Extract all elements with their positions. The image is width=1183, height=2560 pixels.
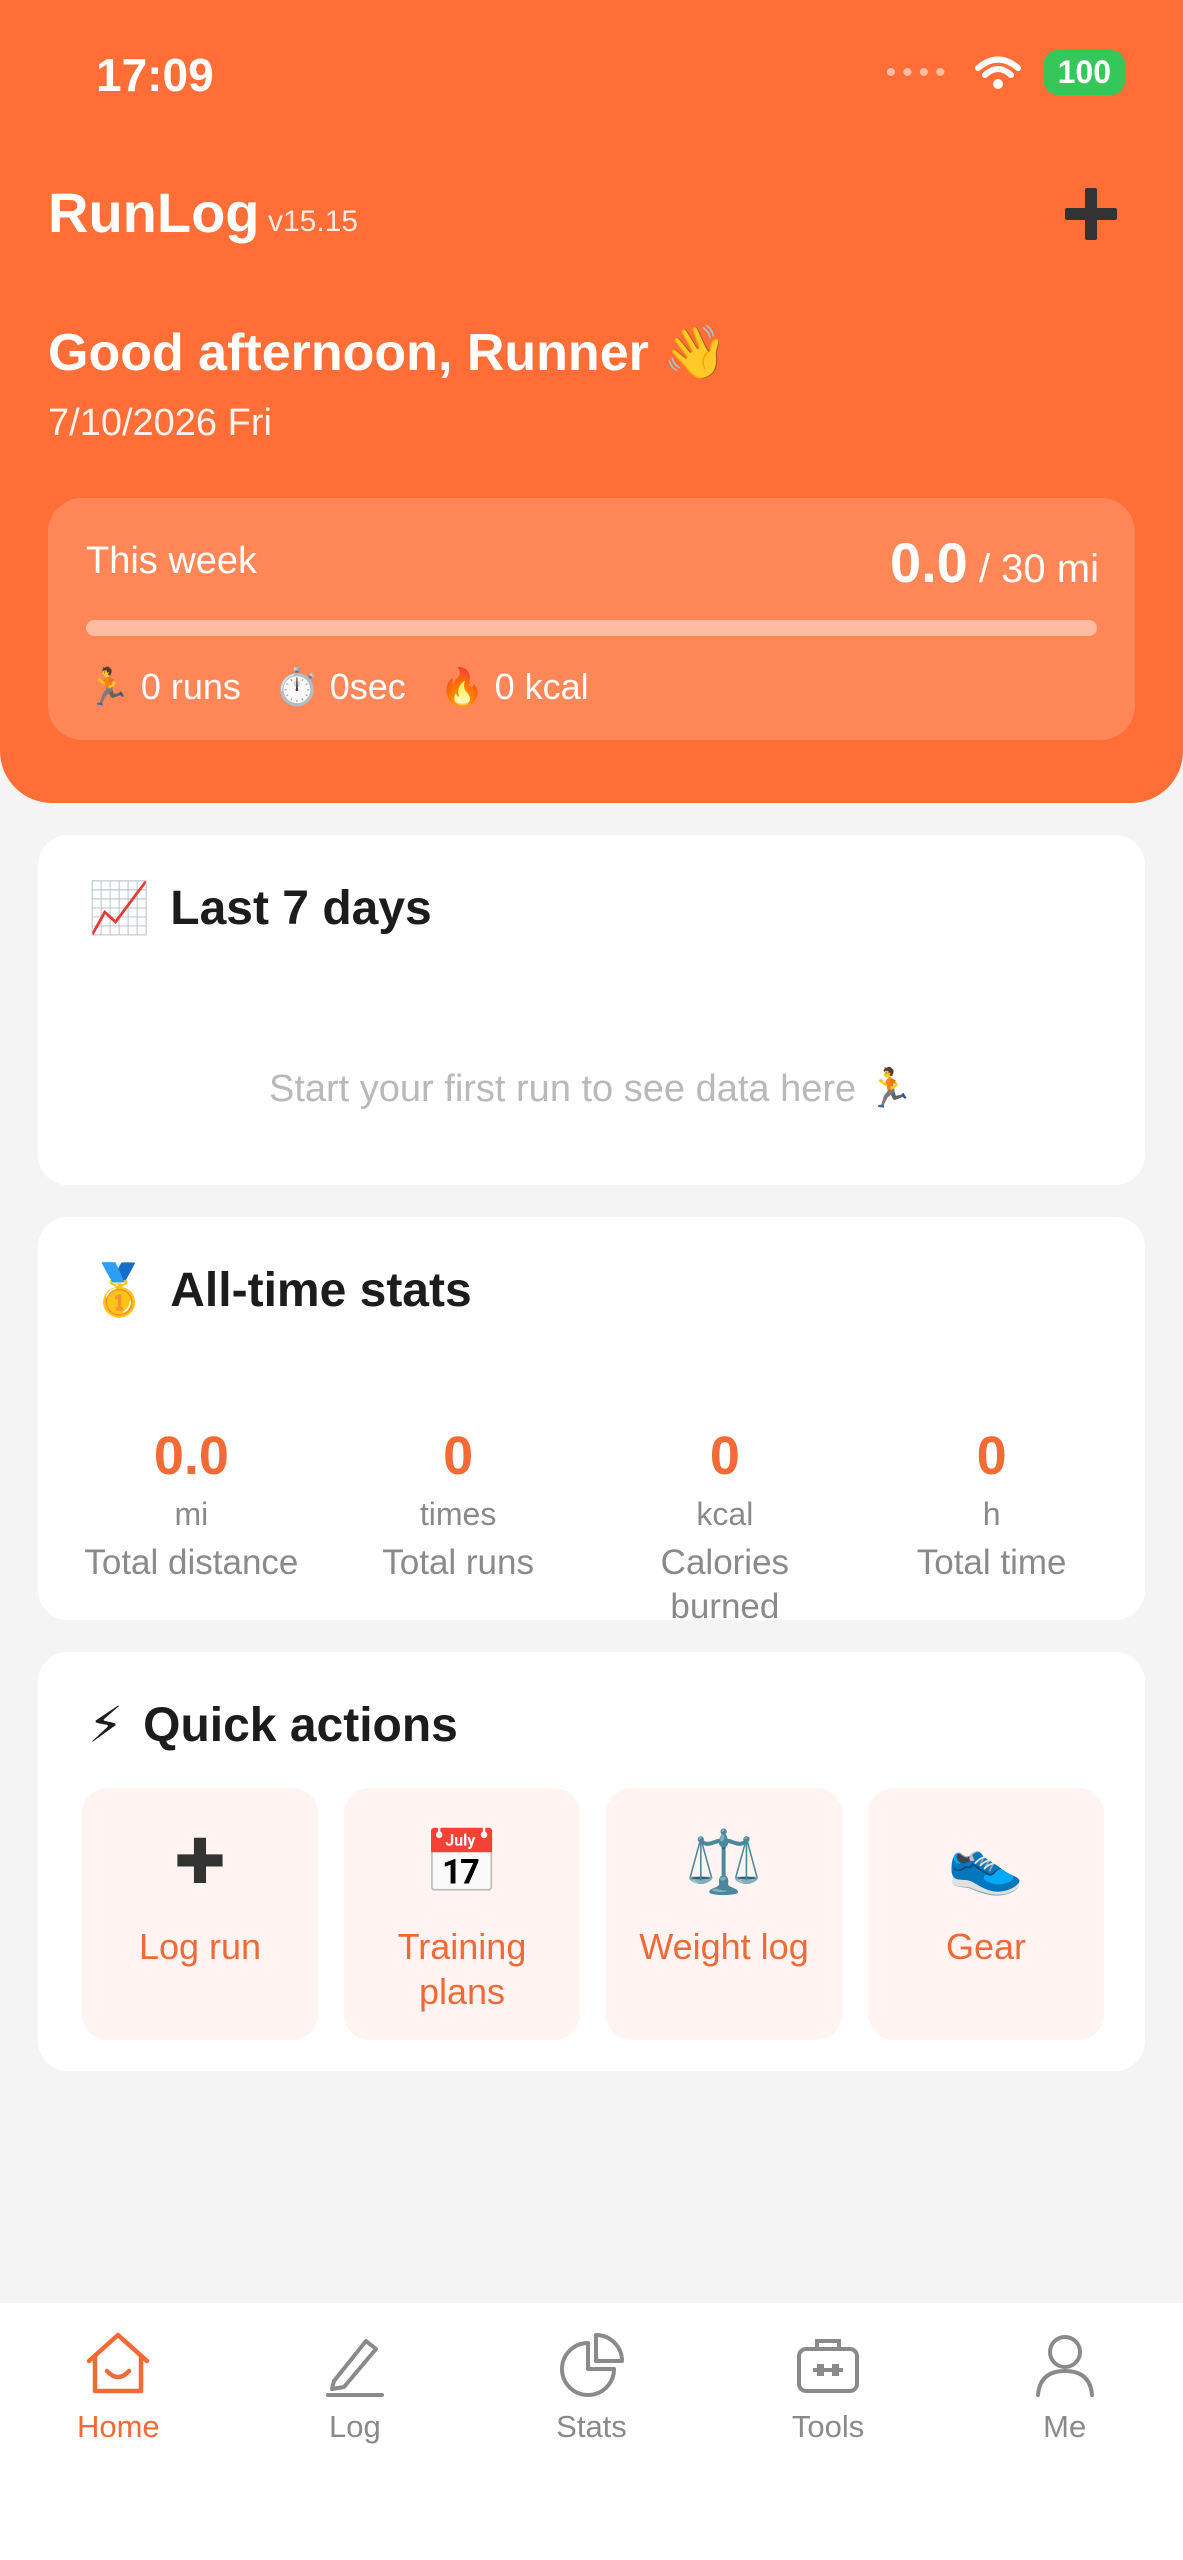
last-7-days-card: 📈 Last 7 days Start your first run to se… [38,835,1145,1185]
action-label: Gear [945,1926,1027,1967]
app-title: RunLog [48,181,260,244]
stat-total-distance: 0.0 mi Total distance [76,1426,306,1629]
stat-label: Calories burned [660,1543,790,1627]
stat-value: 0 [976,1426,1007,1486]
action-label: Weight log [639,1926,809,1967]
lightning-icon: ⚡ [88,1697,124,1753]
week-runs-value: 0 runs [140,666,241,707]
tab-label: Tools [791,2409,865,2444]
last-7-days-title: 📈 Last 7 days [88,879,432,938]
chart-up-icon: 📈 [88,880,151,936]
runner-icon: 🏃 [86,666,131,707]
tab-label: Home [76,2409,160,2444]
status-indicators: •••• 100 [886,50,1125,95]
all-time-stats-title: 🥇 All-time stats [88,1261,472,1320]
weekly-summary-card[interactable]: This week 0.0 / 30 mi 🏃 0 runs ⏱️ 0sec 🔥 0 … [48,498,1135,740]
stat-value: 0 [709,1426,740,1486]
tab-home[interactable]: Home [28,2325,208,2560]
week-stats: 🏃 0 runs ⏱️ 0sec 🔥 0 kcal [86,666,589,708]
add-button[interactable] [1055,178,1127,250]
gear-button[interactable]: 👟 Gear [868,1788,1104,2040]
stat-label: Total distance [84,1543,299,1583]
stat-label: Total runs [382,1543,534,1583]
stat-total-runs: 0 times Total runs [343,1426,573,1629]
signal-icon: •••• [885,55,952,89]
quick-actions-grid: ✚ Log run 📅 Training plans ⚖️ Weight log… [82,1788,1104,2040]
app-version: v15.15 [268,205,359,238]
week-calories-value: 0 kcal [494,666,589,707]
action-label: Training plans [397,1926,527,2012]
tab-tools[interactable]: Tools [738,2325,918,2560]
shoe-icon: 👟 [947,1828,1025,1897]
quick-actions-heading: Quick actions [143,1698,458,1752]
quick-actions-title: ⚡ Quick actions [88,1696,458,1754]
tab-label: Me [1043,2409,1087,2444]
current-date: 7/10/2026 Fri [48,402,272,444]
tab-label: Stats [556,2409,627,2444]
stat-label: Total time [916,1543,1067,1583]
all-time-stats-card: 🥇 All-time stats 0.0 mi Total distance 0… [38,1217,1145,1626]
wifi-icon [974,56,1021,89]
stopwatch-icon: ⏱️ [274,666,320,707]
week-runs: 🏃 0 runs [86,666,241,708]
tab-me[interactable]: Me [975,2325,1155,2560]
weight-log-button[interactable]: ⚖️ Weight log [606,1788,842,2040]
pie-chart-icon [560,2333,625,2397]
quick-actions-card: ⚡ Quick actions ✚ Log run 📅 Training pla… [38,1652,1145,2071]
person-icon [1035,2335,1094,2397]
tab-stats[interactable]: Stats [501,2325,681,2560]
stat-total-time: 0 h Total time [877,1426,1107,1629]
all-time-stats-heading: All-time stats [170,1264,472,1317]
stat-unit: h [982,1496,1001,1533]
action-label: Log run [138,1926,262,1967]
week-progress-bar [86,620,1097,636]
fire-icon: 🔥 [439,666,485,707]
stat-unit: kcal [696,1496,754,1533]
stat-unit: mi [174,1496,209,1533]
battery-indicator: 100 [1043,50,1125,95]
medal-icon: 🥇 [88,1262,151,1318]
stat-value: 0.0 [153,1426,229,1486]
plus-icon: ✚ [174,1828,226,1897]
week-calories: 🔥 0 kcal [440,666,589,708]
toolbox-icon [797,2339,860,2393]
week-label: This week [86,540,258,582]
week-duration: ⏱️ 0sec [275,666,406,708]
log-run-button[interactable]: ✚ Log run [82,1788,318,2040]
training-plans-button[interactable]: 📅 Training plans [344,1788,580,2040]
last-7-days-heading: Last 7 days [170,882,432,935]
tab-label: Log [329,2409,381,2444]
stat-value: 0 [443,1426,474,1486]
week-distance: 0.0 / 30 mi [890,530,1099,595]
week-distance-value: 0.0 [889,531,968,594]
tab-log[interactable]: Log [265,2325,445,2560]
bottom-tab-bar: Home Log Stats Tools Me [0,2303,1183,2560]
stat-calories-burned: 0 kcal Calories burned [610,1426,840,1629]
greeting: Good afternoon, Runner 👋 [48,324,729,382]
all-time-stats-row: 0.0 mi Total distance 0 times Total runs… [38,1426,1145,1629]
week-duration-value: 0sec [329,666,406,707]
week-goal: / 30 mi [978,547,1099,591]
status-time: 17:09 [96,49,214,101]
empty-state-text: Start your first run to see data here 🏃 [268,1068,915,1110]
calendar-icon: 📅 [423,1828,501,1897]
pencil-icon [325,2339,384,2397]
home-header: 17:09 •••• 100 RunLog v15.15 Good aftern… [0,0,1183,803]
status-bar: 17:09 •••• 100 [0,0,1183,150]
stat-unit: times [419,1496,497,1533]
scale-icon: ⚖️ [685,1828,763,1897]
home-icon [87,2332,150,2394]
